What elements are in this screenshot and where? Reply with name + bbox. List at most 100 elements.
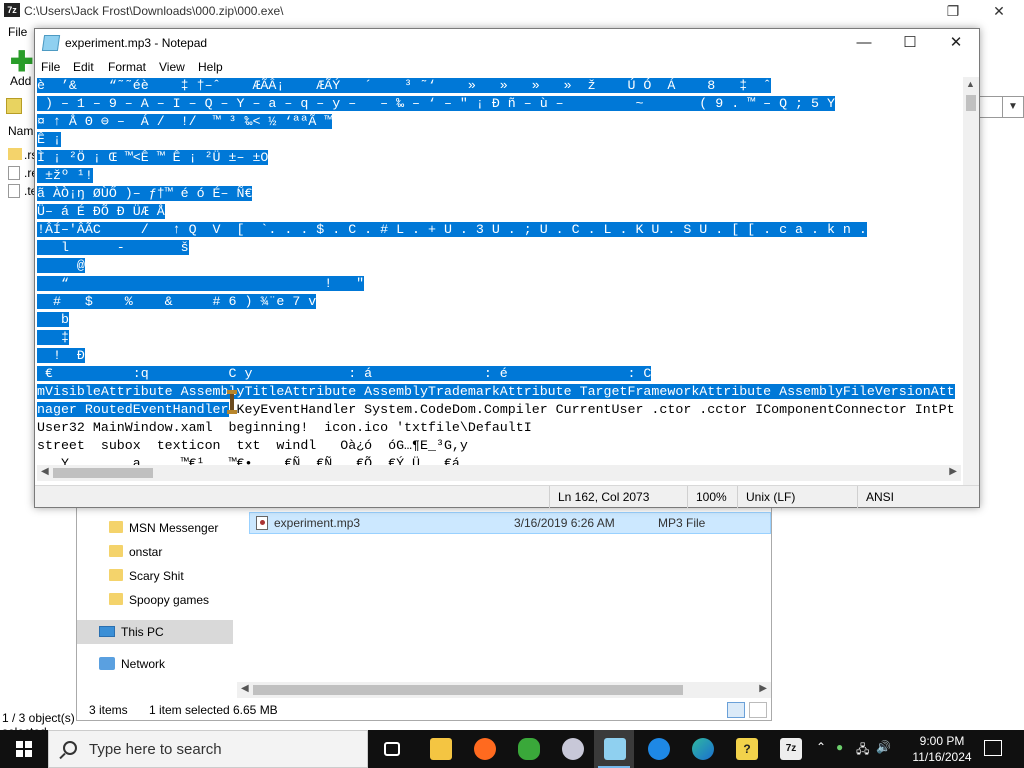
menu-view[interactable]: View	[159, 60, 185, 74]
scroll-left-icon[interactable]: ◀	[41, 466, 49, 477]
clock-time: 9:00 PM	[919, 734, 965, 748]
selected-text: Ì ¡ ²Ö ¡ Œ ™<Ê ™ Ê ¡ ²Ü ±– ±O	[37, 150, 269, 165]
taskbar-help[interactable]: ?	[726, 730, 766, 768]
explorer-horizontal-scrollbar[interactable]: ◀ ▶	[237, 682, 771, 698]
clock[interactable]: 9:00 PM 11/16/2024	[912, 733, 972, 765]
sevenzip-status-bar: 1 / 3 object(s) selected	[0, 708, 80, 739]
status-zoom: 100%	[687, 486, 737, 508]
selected-text: ±žº ¹!	[37, 168, 93, 183]
7zip-icon: 7z	[780, 738, 802, 760]
scroll-right-icon[interactable]: ▶	[949, 466, 957, 477]
large-icons-view-icon[interactable]	[749, 702, 767, 718]
notifications-icon[interactable]	[984, 740, 1002, 756]
help-icon: ?	[736, 738, 758, 760]
nav-item-onstar[interactable]: onstar	[77, 540, 233, 564]
taskbar-notepad[interactable]	[594, 730, 634, 768]
messenger-tray-icon[interactable]: ●	[836, 740, 843, 754]
text-line: mVisibleAttribute AssemblyTitleAttribute…	[37, 383, 961, 401]
taskbar-7zip[interactable]: 7z	[770, 730, 810, 768]
scrollbar-thumb[interactable]	[253, 685, 683, 695]
taskbar-internet-explorer[interactable]	[638, 730, 678, 768]
explorer-nav-pane: MSN Messenger onstar Scary Shit Spoopy g…	[77, 506, 233, 676]
system-tray: ⌃ ● 🖧 🔊 9:00 PM 11/16/2024	[812, 730, 1024, 768]
nav-item-label: Network	[121, 657, 166, 671]
nav-item-label: onstar	[129, 545, 163, 559]
status-line-ending: Unix (LF)	[737, 486, 857, 508]
nav-item-label: Spoopy games	[129, 593, 210, 607]
notepad-text-area[interactable]: è ’& “˜˜éè ‡ †–ˆ ÆÃÂ¡ ÆÃÝ ´ ³ ˜‘ » » » »…	[37, 77, 961, 495]
selected-text: Ü– á É ÐÕ Ð ÜÆ Å	[37, 204, 165, 219]
details-view-icon[interactable]	[727, 702, 745, 718]
cd-icon	[562, 738, 584, 760]
nav-item-label: MSN Messenger	[129, 521, 219, 535]
column-header-name[interactable]: Nam	[8, 124, 33, 138]
maximize-button[interactable]: ☐	[887, 29, 933, 57]
nav-item-spoopy-games[interactable]: Spoopy games	[77, 588, 233, 612]
taskbar-edge[interactable]	[682, 730, 722, 768]
unselected-text: street subox texticon txt windl Oà¿ó óG……	[37, 438, 468, 453]
taskbar-firefox[interactable]	[464, 730, 504, 768]
taskbar-cd-player[interactable]	[552, 730, 592, 768]
taskbar-file-explorer[interactable]	[420, 730, 460, 768]
taskbar-msn[interactable]	[508, 730, 548, 768]
status-item-count: 3 items	[89, 703, 128, 717]
scrollbar-thumb[interactable]	[53, 468, 153, 478]
selected-text: ) – 1 – 9 – A – I – Q – Y – a – q – y – …	[37, 96, 835, 111]
nav-item-msn-messenger[interactable]: MSN Messenger	[77, 516, 233, 540]
selected-text: ¤ ↑ Å Θ ⊖ – Á / !/ ™ ³ ‰< ½ ‘ªªÃ ™	[37, 114, 333, 129]
volume-icon[interactable]: 🔊	[876, 740, 891, 754]
text-line: b	[37, 311, 961, 329]
network-icon[interactable]: 🖧	[856, 740, 869, 761]
notepad-horizontal-scrollbar[interactable]: ◀ ▶	[37, 465, 961, 481]
menu-file[interactable]: File	[41, 60, 60, 74]
nav-item-network[interactable]: Network	[77, 652, 233, 676]
chevron-up-icon[interactable]: ⌃	[816, 740, 826, 754]
text-line: ‡	[37, 329, 961, 347]
scrollbar-thumb[interactable]	[966, 95, 976, 111]
text-line: @	[37, 257, 961, 275]
scroll-left-icon[interactable]: ◀	[241, 683, 249, 694]
folder-icon	[8, 148, 22, 160]
nav-item-label: Scary Shit	[129, 569, 184, 583]
notepad-window: experiment.mp3 - Notepad — ☐ ✕ File Edit…	[34, 28, 980, 508]
nav-item-this-pc[interactable]: This PC	[77, 620, 233, 644]
nav-item-label: This PC	[121, 625, 164, 639]
taskbar-search-box[interactable]: Type here to search	[48, 730, 368, 768]
text-line: street subox texticon txt windl Oà¿ó óG……	[37, 437, 961, 455]
folder-icon	[109, 521, 123, 533]
status-cursor-position: Ln 162, Col 2073	[549, 486, 685, 508]
text-line: Ü– á É ÐÕ Ð ÜÆ Å	[37, 203, 961, 221]
taskbar-task-view[interactable]	[372, 730, 412, 768]
minimize-button[interactable]: —	[841, 29, 887, 57]
status-size: 6.65 MB	[233, 703, 278, 717]
notepad-icon	[604, 738, 626, 760]
close-button[interactable]: ✕	[933, 29, 979, 57]
chevron-down-icon[interactable]: ▼	[1002, 96, 1024, 118]
nav-item-scary-shit[interactable]: Scary Shit	[77, 564, 233, 588]
file-icon	[8, 184, 20, 198]
table-row[interactable]: experiment.mp3 3/16/2019 6:26 AM MP3 Fil…	[249, 512, 771, 534]
text-line: ±žº ¹!	[37, 167, 961, 185]
task-view-icon	[384, 742, 400, 756]
scroll-up-icon[interactable]: ▲	[966, 79, 975, 89]
sevenzip-close-button[interactable]: ✕	[976, 0, 1022, 22]
start-button[interactable]	[0, 730, 48, 768]
internet-explorer-icon	[648, 738, 670, 760]
text-line: ¤ ↑ Å Θ ⊖ – Á / !/ ™ ³ ‰< ½ ‘ªªÃ ™	[37, 113, 961, 131]
menu-edit[interactable]: Edit	[73, 60, 94, 74]
search-placeholder: Type here to search	[89, 741, 222, 758]
folder-up-icon[interactable]	[6, 98, 22, 114]
scroll-right-icon[interactable]: ▶	[759, 683, 767, 694]
notepad-vertical-scrollbar[interactable]: ▲ ▼	[963, 77, 979, 495]
selected-text: l - š	[37, 240, 189, 255]
sevenzip-restore-button[interactable]: ❐	[930, 0, 976, 22]
menu-format[interactable]: Format	[108, 60, 146, 74]
selected-text: mVisibleAttribute AssemblyTitleAttribute…	[37, 384, 955, 399]
sevenzip-menu-file-label: File	[8, 25, 28, 39]
file-name: experiment.mp3	[274, 516, 361, 530]
file-date: 3/16/2019 6:26 AM	[514, 516, 615, 530]
sevenzip-add-button[interactable]: ✚ Add	[6, 48, 36, 90]
explorer-window: MSN Messenger onstar Scary Shit Spoopy g…	[76, 505, 772, 721]
menu-help[interactable]: Help	[198, 60, 223, 74]
text-line: Ê ¡	[37, 131, 961, 149]
